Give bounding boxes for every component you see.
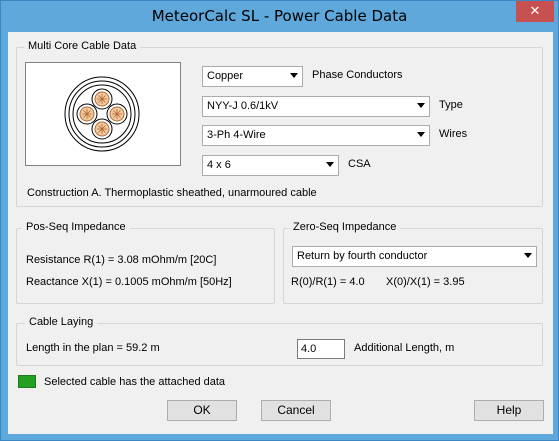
- chevron-down-icon: [417, 103, 425, 108]
- status-text: Selected cable has the attached data: [44, 376, 226, 388]
- cable-cross-section: [25, 62, 181, 166]
- status-color-swatch: [18, 375, 36, 388]
- cable-laying-legend: Cable Laying: [25, 316, 98, 328]
- chevron-down-icon: [290, 73, 298, 78]
- dialog-window: MeteorCalc SL - Power Cable Data ✕ Multi…: [0, 0, 559, 441]
- x-ratio-text: X(0)/X(1) = 3.95: [386, 276, 465, 288]
- zero-seq-legend: Zero-Seq Impedance: [289, 221, 401, 233]
- additional-length-label: Additional Length, m: [354, 342, 455, 354]
- r-ratio-text: R(0)/R(1) = 4.0: [291, 276, 365, 288]
- zero-seq-group: Zero-Seq Impedance Return by fourth cond…: [283, 221, 543, 304]
- length-in-plan-text: Length in the plan = 59.2 m: [26, 342, 160, 354]
- resistance-text: Resistance R(1) = 3.08 mOhm/m [20C]: [26, 254, 217, 266]
- return-path-value: Return by fourth conductor: [297, 250, 428, 262]
- csa-value: 4 x 6: [207, 159, 231, 171]
- close-button[interactable]: ✕: [516, 1, 554, 22]
- close-icon: ✕: [529, 3, 541, 18]
- cable-type-value: NYY-J 0.6/1kV: [207, 100, 279, 112]
- help-button[interactable]: Help: [474, 400, 544, 421]
- wires-select[interactable]: 3-Ph 4-Wire: [202, 125, 430, 146]
- multi-core-legend: Multi Core Cable Data: [24, 40, 141, 52]
- csa-select[interactable]: 4 x 6: [202, 155, 339, 176]
- phase-conductors-label: Phase Conductors: [312, 69, 403, 81]
- conductor-material-value: Copper: [207, 70, 244, 82]
- wires-label: Wires: [439, 128, 468, 140]
- ok-button[interactable]: OK: [167, 400, 237, 421]
- additional-length-input[interactable]: [297, 339, 345, 359]
- pos-seq-group: Pos-Seq Impedance Resistance R(1) = 3.08…: [16, 221, 275, 304]
- window-title: MeteorCalc SL - Power Cable Data: [151, 7, 408, 25]
- cancel-button[interactable]: Cancel: [261, 400, 331, 421]
- csa-label: CSA: [348, 158, 371, 170]
- dialog-client-area: Multi Core Cable Data Copper Phase Condu…: [8, 32, 553, 434]
- pos-seq-legend: Pos-Seq Impedance: [22, 221, 130, 233]
- title-bar[interactable]: MeteorCalc SL - Power Cable Data ✕: [1, 1, 558, 32]
- chevron-down-icon: [524, 253, 532, 258]
- cable-type-select[interactable]: NYY-J 0.6/1kV: [202, 96, 430, 117]
- return-path-select[interactable]: Return by fourth conductor: [292, 246, 537, 267]
- chevron-down-icon: [326, 162, 334, 167]
- conductor-material-select[interactable]: Copper: [202, 66, 303, 87]
- construction-text: Construction A. Thermoplastic sheathed, …: [27, 187, 317, 199]
- multi-core-group: Multi Core Cable Data Copper Phase Condu…: [16, 40, 543, 207]
- wires-value: 3-Ph 4-Wire: [207, 129, 266, 141]
- cable-cross-section-icon: [64, 76, 140, 152]
- chevron-down-icon: [417, 132, 425, 137]
- reactance-text: Reactance X(1) = 0.1005 mOhm/m [50Hz]: [26, 276, 232, 288]
- type-label: Type: [439, 99, 463, 111]
- cable-laying-group: Cable Laying Length in the plan = 59.2 m…: [16, 316, 543, 366]
